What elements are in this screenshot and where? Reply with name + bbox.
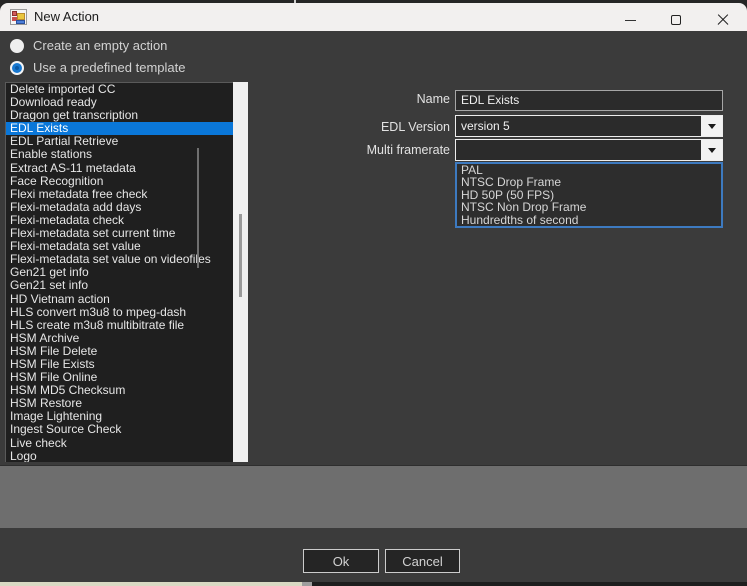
template-list-item[interactable]: Gen21 set info xyxy=(6,279,233,292)
background-bottom-strip xyxy=(0,582,747,586)
multi-framerate-label: Multi framerate xyxy=(290,143,450,157)
icon-blue-square xyxy=(16,20,25,24)
title-bar[interactable]: New Action xyxy=(0,3,747,31)
template-list[interactable]: Delete imported CC Download ready Dragon… xyxy=(5,82,233,462)
template-list-item[interactable]: HD Vietnam action xyxy=(6,293,233,306)
radio-use-predefined-template[interactable]: Use a predefined template xyxy=(10,60,185,75)
chevron-down-icon xyxy=(708,148,716,153)
template-list-item[interactable]: HLS convert m3u8 to mpeg-dash xyxy=(6,306,233,319)
minimize-button[interactable] xyxy=(607,6,653,34)
multi-framerate-dropdown-button[interactable] xyxy=(701,140,722,160)
name-label: Name xyxy=(290,92,450,106)
window-title: New Action xyxy=(34,9,99,24)
list-scrollbar-thumb[interactable] xyxy=(239,214,242,297)
edl-version-label: EDL Version xyxy=(290,120,450,134)
new-action-dialog: New Action Create an empty action Use a … xyxy=(0,0,747,586)
description-panel xyxy=(0,465,747,528)
app-form-icon xyxy=(10,9,27,25)
background-notch xyxy=(302,582,312,586)
cancel-button[interactable]: Cancel xyxy=(385,549,460,573)
template-list-item[interactable]: Live check xyxy=(6,437,233,450)
template-list-item[interactable]: Logo xyxy=(6,450,233,462)
name-input[interactable]: EDL Exists xyxy=(455,90,723,111)
background-window-edge xyxy=(0,582,302,586)
maximize-button[interactable] xyxy=(653,6,699,34)
radio-selected-icon[interactable] xyxy=(10,61,24,75)
template-list-item[interactable]: HSM File Delete xyxy=(6,345,233,358)
template-list-item[interactable]: HSM Archive xyxy=(6,332,233,345)
multi-framerate-dropdown-list[interactable]: PAL NTSC Drop Frame HD 50P (50 FPS) NTSC… xyxy=(455,162,723,228)
list-scrollbar[interactable] xyxy=(233,82,248,462)
template-list-item[interactable]: Ingest Source Check xyxy=(6,423,233,436)
edl-version-value: version 5 xyxy=(461,119,510,133)
dropdown-option[interactable]: NTSC Non Drop Frame xyxy=(457,201,721,213)
multi-framerate-combobox[interactable] xyxy=(455,139,723,161)
dialog-body: Create an empty action Use a predefined … xyxy=(0,31,747,582)
radio-label: Use a predefined template xyxy=(33,60,185,75)
dropdown-option[interactable]: NTSC Drop Frame xyxy=(457,176,721,188)
maximize-icon xyxy=(671,15,681,25)
dropdown-option[interactable]: Hundredths of second xyxy=(457,214,721,226)
chevron-down-icon xyxy=(708,124,716,129)
radio-create-empty-action[interactable]: Create an empty action xyxy=(10,38,167,53)
close-button[interactable] xyxy=(699,6,747,34)
list-inner-scrollbar-thumb[interactable] xyxy=(197,148,199,268)
close-icon xyxy=(717,14,729,26)
edl-version-dropdown-button[interactable] xyxy=(701,116,722,136)
edl-version-combobox[interactable]: version 5 xyxy=(455,115,723,137)
template-list-item[interactable]: HLS create m3u8 multibitrate file xyxy=(6,319,233,332)
icon-yellow-square xyxy=(17,13,25,20)
ok-button[interactable]: Ok xyxy=(303,549,379,573)
radio-unselected-icon[interactable] xyxy=(10,39,24,53)
minimize-icon xyxy=(625,20,636,21)
radio-label: Create an empty action xyxy=(33,38,167,53)
